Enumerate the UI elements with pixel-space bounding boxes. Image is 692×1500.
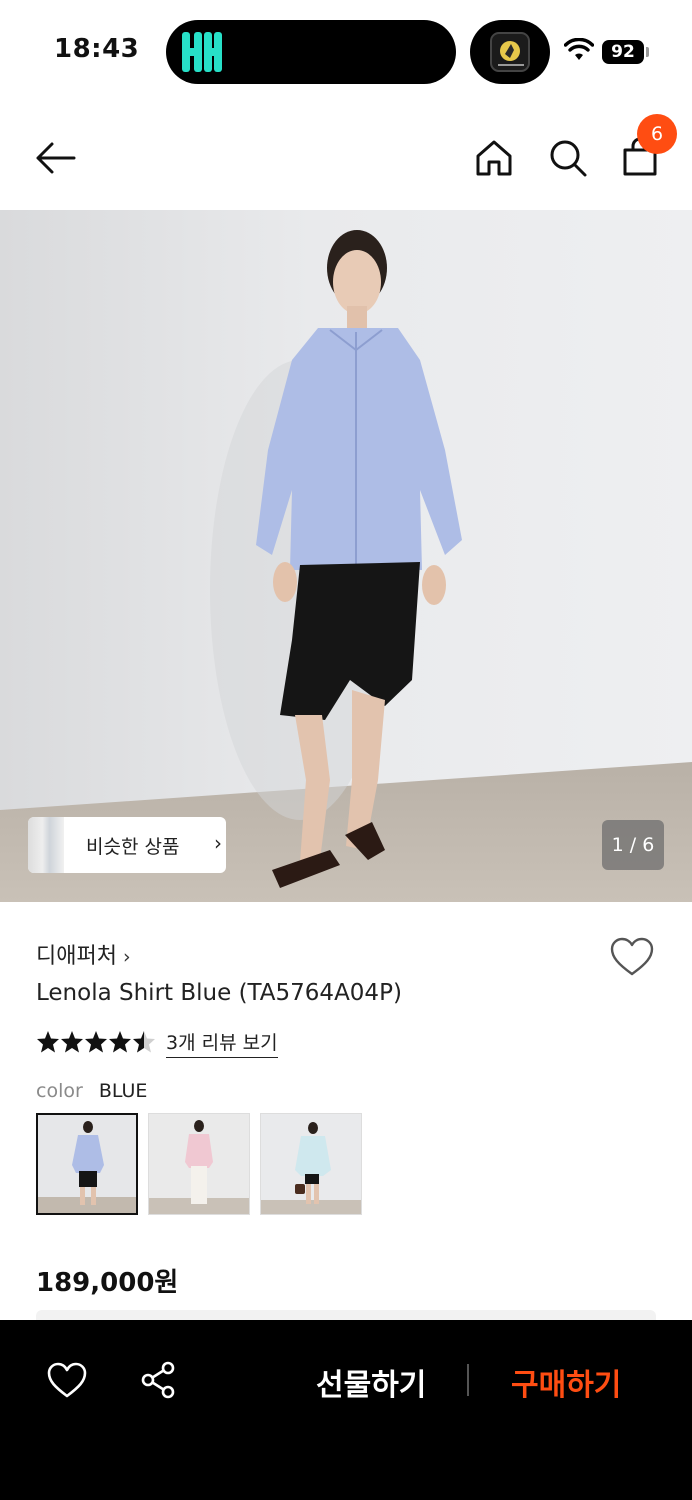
color-swatch-blue[interactable] [36,1113,138,1215]
dynamic-island [166,20,456,84]
similar-products-button[interactable]: 비슷한 상품 › [28,817,226,873]
product-price: 189,000원 [36,1268,179,1298]
product-photo [0,210,692,902]
status-time: 18:43 [54,34,140,64]
share-icon[interactable] [138,1360,178,1400]
gift-button[interactable]: 선물하기 [316,1360,426,1404]
similar-products-label: 비슷한 상품 [86,836,180,858]
color-row: color BLUE [36,1080,147,1102]
buy-button[interactable]: 구매하기 [511,1360,621,1404]
star-rating-icon [37,1031,155,1053]
chevron-right-icon: › [214,831,222,855]
brand-link[interactable]: 디애퍼처 › [36,938,131,970]
heart-icon[interactable] [46,1360,88,1402]
top-nav [0,104,692,210]
color-label: color [36,1080,83,1102]
color-value: BLUE [98,1080,148,1102]
app-activity-icon [182,32,222,72]
button-divider [467,1364,469,1396]
chevron-right-icon: › [122,946,131,968]
review-link[interactable]: 3개 리뷰 보기 [166,1028,278,1058]
app-thumbnail-icon [490,32,530,72]
battery-tip [646,47,649,57]
color-swatch-pink[interactable] [148,1113,250,1215]
product-name: Lenola Shirt Blue (TA5764A04P) [36,980,402,1006]
back-arrow-icon[interactable] [32,134,80,182]
heart-icon[interactable] [608,934,656,982]
live-activity-pill [470,20,550,84]
similar-products-thumbnail [28,817,64,873]
status-bar: 18:43 92 [0,0,692,104]
brand-name: 디애퍼처 [36,944,117,969]
search-icon[interactable] [544,134,592,182]
wifi-icon [564,38,594,60]
color-swatch-mint[interactable] [260,1113,362,1215]
home-icon[interactable] [470,134,518,182]
product-image-carousel[interactable]: 비슷한 상품 › 1 / 6 [0,210,692,902]
battery-indicator: 92 [602,40,644,64]
image-page-indicator: 1 / 6 [602,820,664,870]
cart-count-badge: 6 [637,114,677,154]
bottom-action-bar: 선물하기 구매하기 [0,1320,692,1500]
